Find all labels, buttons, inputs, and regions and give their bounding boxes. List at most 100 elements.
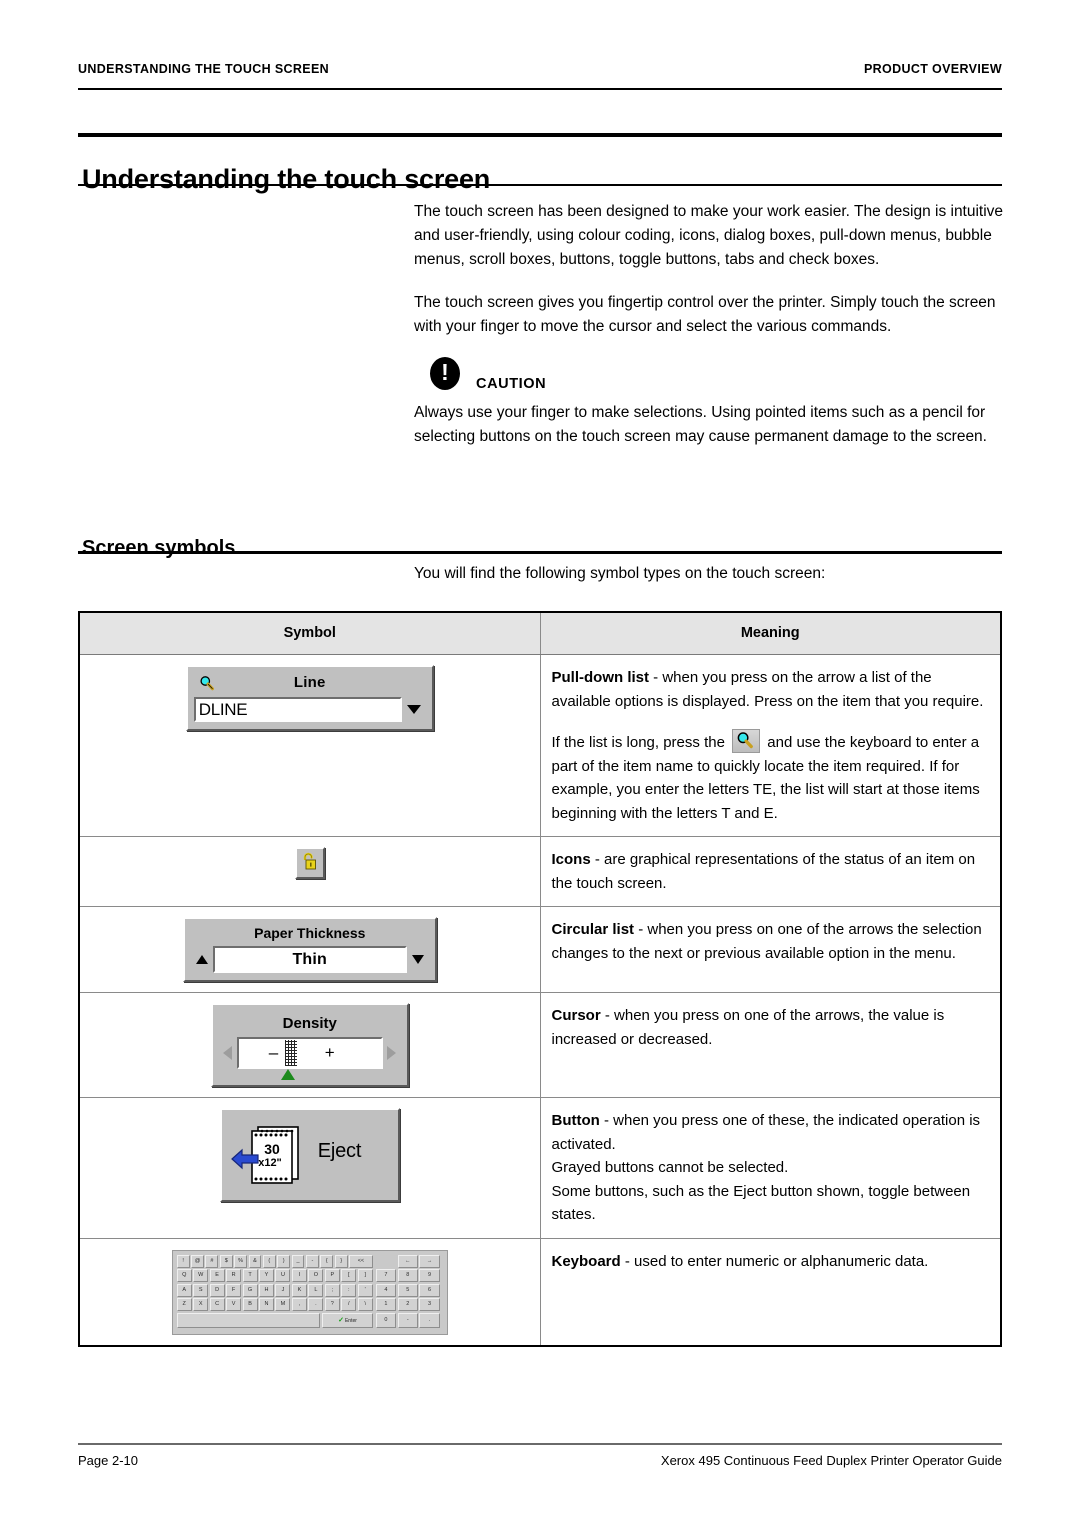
- key[interactable]: W: [193, 1269, 209, 1282]
- numpad-key[interactable]: 2: [397, 1298, 418, 1311]
- key[interactable]: %: [234, 1254, 248, 1268]
- pulldown-arrow-button[interactable]: [402, 697, 426, 722]
- numpad-key[interactable]: 7: [375, 1269, 397, 1282]
- key[interactable]: ?: [324, 1298, 340, 1311]
- key[interactable]: (: [262, 1254, 276, 1268]
- key[interactable]: J: [275, 1283, 291, 1297]
- padlock-icon: [303, 852, 316, 870]
- circular-list-up-button[interactable]: [191, 955, 213, 964]
- cursor-caption: Density: [282, 1015, 337, 1032]
- key[interactable]: $: [219, 1254, 233, 1268]
- keyboard-widget[interactable]: ! @ # $ % & ( ) _ - { } << Q W E R T Y U…: [171, 1249, 448, 1335]
- key[interactable]: {: [320, 1254, 334, 1268]
- circular-list-down-button[interactable]: [407, 955, 429, 964]
- meaning-paragraph: Pull-down list - when you press on the a…: [552, 666, 991, 713]
- cursor-left-button[interactable]: [219, 1046, 237, 1060]
- key[interactable]: !: [176, 1254, 190, 1268]
- pulldown-row: DLINE: [193, 697, 426, 722]
- numpad-key[interactable]: .: [419, 1312, 440, 1328]
- meaning-lead: Pull-down list: [551, 669, 650, 686]
- meaning-lead: Keyboard: [551, 1252, 621, 1270]
- key[interactable]: T: [242, 1269, 258, 1282]
- cursor-row: – +: [219, 1037, 401, 1069]
- key[interactable]: S: [193, 1283, 209, 1297]
- numpad-key[interactable]: 1: [375, 1298, 397, 1311]
- key[interactable]: Z: [176, 1298, 192, 1311]
- key[interactable]: Y: [259, 1269, 274, 1282]
- enter-key[interactable]: ✓Enter: [322, 1312, 373, 1328]
- meaning-lead: Button: [551, 1112, 600, 1129]
- backspace-key[interactable]: <<: [349, 1254, 373, 1268]
- numpad-key[interactable]: 8: [397, 1269, 418, 1282]
- key[interactable]: ': [357, 1283, 373, 1297]
- eject-button-widget[interactable]: 30 x12" Eject: [219, 1108, 400, 1202]
- cursor-slider-widget[interactable]: Density – +: [210, 1003, 409, 1087]
- key[interactable]: #: [205, 1254, 219, 1268]
- key[interactable]: -: [305, 1254, 319, 1268]
- circular-list-widget[interactable]: Paper Thickness Thin: [182, 917, 437, 982]
- key[interactable]: ]: [357, 1269, 373, 1282]
- paper-size-line2: x12": [258, 1157, 282, 1169]
- key[interactable]: X: [193, 1298, 209, 1311]
- numpad-key[interactable]: 0: [375, 1312, 397, 1328]
- arrow-right-key[interactable]: →: [419, 1254, 440, 1268]
- key[interactable]: .: [308, 1298, 324, 1311]
- meaning-rest: - are graphical representations of the s…: [551, 851, 976, 892]
- icon-button-widget[interactable]: [294, 847, 325, 879]
- arrow-left-key[interactable]: ←: [397, 1254, 418, 1268]
- key[interactable]: H: [259, 1283, 274, 1297]
- key[interactable]: F: [226, 1283, 242, 1297]
- key[interactable]: :: [341, 1283, 357, 1297]
- numpad-key[interactable]: 6: [419, 1283, 440, 1297]
- blue-left-arrow-icon: [230, 1148, 259, 1170]
- key[interactable]: Q: [176, 1269, 192, 1282]
- cursor-field[interactable]: – +: [236, 1037, 383, 1069]
- key[interactable]: B: [242, 1298, 258, 1311]
- key[interactable]: @: [191, 1254, 204, 1268]
- numpad-key[interactable]: 9: [419, 1269, 440, 1282]
- circular-list-value[interactable]: Thin: [212, 946, 407, 973]
- key[interactable]: R: [226, 1269, 242, 1282]
- key[interactable]: P: [324, 1269, 340, 1282]
- key[interactable]: N: [259, 1298, 274, 1311]
- key[interactable]: ,: [291, 1298, 307, 1311]
- chevron-down-icon: [406, 705, 421, 714]
- space-key[interactable]: [176, 1312, 321, 1328]
- pulldown-value[interactable]: DLINE: [193, 697, 402, 722]
- key[interactable]: E: [209, 1269, 225, 1282]
- key[interactable]: [: [341, 1269, 357, 1282]
- key[interactable]: D: [209, 1283, 225, 1297]
- numpad-key[interactable]: 4: [375, 1283, 397, 1297]
- key[interactable]: _: [291, 1254, 305, 1268]
- numpad-key[interactable]: 3: [419, 1298, 440, 1311]
- numpad-row-123: 1 2 3: [375, 1298, 440, 1311]
- key[interactable]: C: [209, 1298, 225, 1311]
- key[interactable]: M: [275, 1298, 291, 1311]
- key[interactable]: U: [275, 1269, 291, 1282]
- key[interactable]: \: [357, 1298, 373, 1311]
- key[interactable]: }: [334, 1254, 348, 1268]
- key[interactable]: V: [226, 1298, 242, 1311]
- paper-size-line1: 30: [264, 1141, 280, 1157]
- symbol-cell-button: 30 x12" Eject: [78, 1097, 541, 1239]
- key[interactable]: I: [291, 1269, 307, 1282]
- key[interactable]: /: [341, 1298, 357, 1311]
- key[interactable]: K: [291, 1283, 307, 1297]
- numpad-key[interactable]: -: [397, 1312, 418, 1328]
- table-header-row: Symbol Meaning: [78, 611, 1002, 655]
- screen-symbols-table: Symbol Meaning Line DLINE Pull-down list…: [78, 611, 1002, 1347]
- key[interactable]: L: [308, 1283, 324, 1297]
- meaning-rest: - when you press on one of the arrows, t…: [551, 1007, 945, 1048]
- intro-paragraph-1: The touch screen has been designed to ma…: [414, 203, 1004, 269]
- cursor-right-button[interactable]: [383, 1046, 401, 1060]
- key[interactable]: O: [308, 1269, 324, 1282]
- key[interactable]: A: [176, 1283, 192, 1297]
- key[interactable]: ): [277, 1254, 291, 1268]
- key[interactable]: &: [248, 1254, 262, 1268]
- numpad-row-456: 4 5 6: [375, 1283, 440, 1297]
- key[interactable]: ;: [324, 1283, 340, 1297]
- meaning-lead: Cursor: [551, 1007, 601, 1024]
- key[interactable]: G: [242, 1283, 258, 1297]
- pulldown-list-widget[interactable]: Line DLINE: [185, 665, 434, 731]
- numpad-key[interactable]: 5: [397, 1283, 418, 1297]
